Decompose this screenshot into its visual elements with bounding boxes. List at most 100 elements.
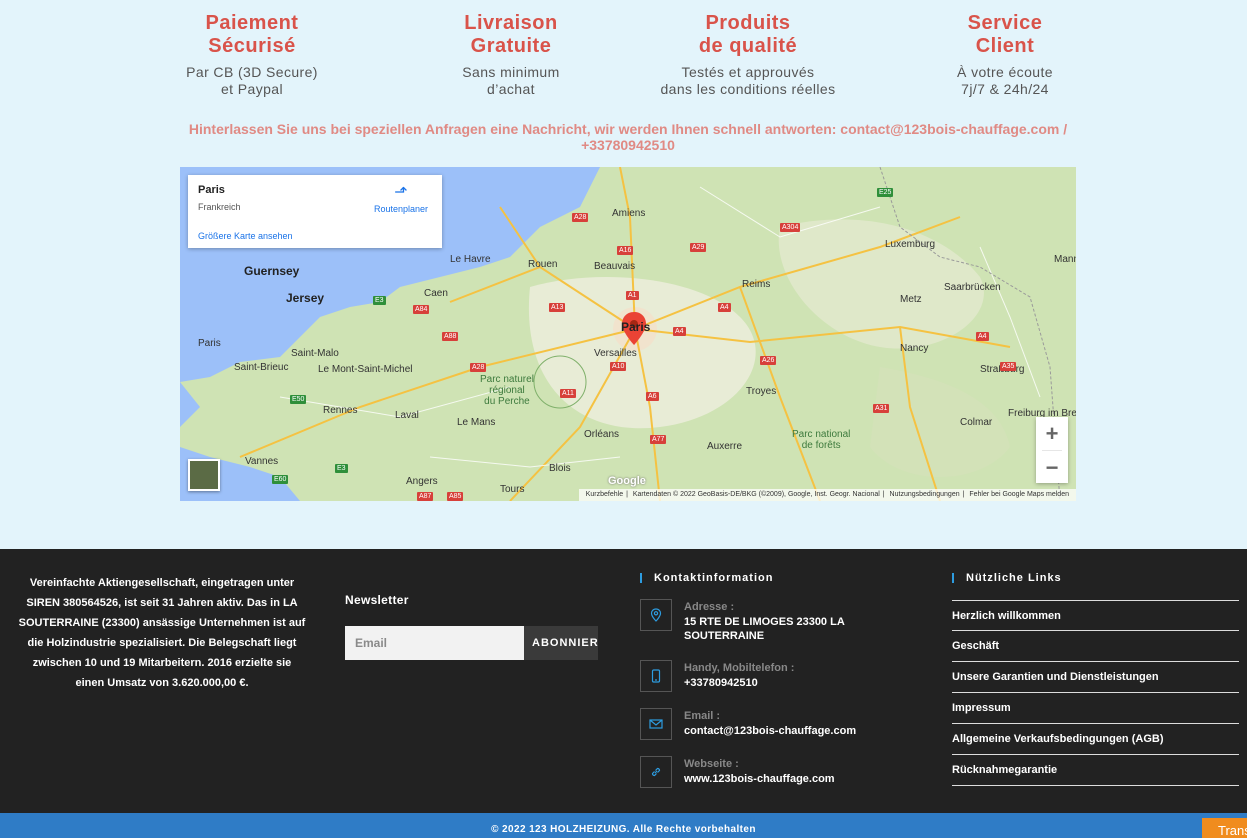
terms-link[interactable]: Nutzungsbedingungen — [890, 491, 960, 498]
contact-value[interactable]: contact@123bois-chauffage.com — [684, 724, 884, 738]
road-shield: A28 — [470, 363, 487, 372]
feature-title: Paiement Sécurisé — [205, 12, 299, 57]
road-shield: A11 — [560, 389, 576, 398]
zoom-out-button[interactable]: − — [1036, 451, 1068, 484]
subscribe-button[interactable]: ABONNIEREN — [524, 626, 598, 660]
feature-description: Par CB (3D Secure) et Paypal — [186, 64, 318, 97]
road-shield: E3 — [373, 296, 386, 305]
map-label-reims: Reims — [742, 279, 771, 290]
map-label-orleans: Orléans — [584, 429, 620, 440]
road-shield: A28 — [572, 213, 589, 222]
newsletter-email-input[interactable] — [345, 626, 524, 660]
map-place-card: Paris Frankreich Größere Karte ansehen ⬏… — [188, 175, 442, 248]
road-shield: A13 — [549, 303, 566, 312]
google-map[interactable]: Guernsey Jersey Amiens Rouen Le Havre Ca… — [180, 167, 1076, 501]
google-logo: Google — [608, 475, 646, 487]
map-label-troyes: Troyes — [746, 386, 777, 397]
footer: Vereinfachte Aktiengesellschaft, eingetr… — [0, 549, 1247, 813]
footer-link-guarantees[interactable]: Unsere Garantien und Dienstleistungen — [952, 662, 1239, 693]
map-label-colmar: Colmar — [960, 417, 993, 428]
feature-description: À votre écoute 7j/7 & 24h/24 — [957, 64, 1053, 97]
contact-label: Webseite : — [684, 758, 739, 770]
road-shield: A29 — [690, 243, 707, 252]
bigger-map-link[interactable]: Größere Karte ansehen — [198, 231, 293, 241]
contact-label: Adresse : — [684, 601, 735, 613]
road-shield: A84 — [413, 305, 430, 314]
road-shield: A26 — [760, 356, 777, 365]
keyboard-shortcuts-link[interactable]: Kurzbefehle — [586, 491, 623, 498]
map-label-nancy: Nancy — [900, 343, 929, 354]
footer-link-returns[interactable]: Rücknahmegarantie — [952, 755, 1239, 786]
map-label-luxemburg: Luxemburg — [885, 239, 936, 250]
directions-icon: ⬏ — [394, 184, 408, 201]
map-label-park-perche: Parc naturel régional du Perche — [480, 374, 534, 407]
feature-title: Produits de qualité — [698, 12, 798, 57]
route-planner-label: Routenplaner — [373, 204, 428, 214]
map-label-beauvais: Beauvais — [594, 261, 636, 272]
contact-value[interactable]: +33780942510 — [684, 676, 884, 690]
report-error-link[interactable]: Fehler bei Google Maps melden — [969, 491, 1069, 498]
feature-title: Livraison Gratuite — [464, 12, 558, 57]
footer-link-imprint[interactable]: Impressum — [952, 693, 1239, 724]
map-label-caen: Caen — [424, 288, 448, 299]
map-label-saarbruecken: Saarbrücken — [944, 282, 1001, 293]
road-shield: A6 — [646, 392, 659, 401]
road-shield: E3 — [335, 464, 348, 473]
map-label-park-forets: Parc national de forêts — [792, 429, 851, 451]
translate-button[interactable]: Translate — [1202, 818, 1247, 838]
zoom-in-button[interactable]: + — [1036, 417, 1068, 450]
contact-label: Email : — [684, 710, 721, 722]
map-label-mann: Mann — [1054, 254, 1076, 265]
map-label-amiens: Amiens — [612, 208, 646, 219]
route-planner-button[interactable]: ⬏ Routenplaner — [374, 184, 428, 214]
road-shield: A88 — [442, 332, 459, 341]
road-shield: A77 — [650, 435, 667, 444]
map-label-versailles: Versailles — [594, 348, 637, 359]
mobile-phone-icon — [640, 660, 672, 692]
contact-value[interactable]: www.123bois-chauffage.com — [684, 772, 884, 786]
road-shield: A304 — [780, 223, 801, 232]
road-shield: A16 — [617, 246, 634, 255]
road-shield: E25 — [877, 188, 894, 197]
road-shield: A4 — [673, 327, 686, 336]
map-data-credit: Kartendaten © 2022 GeoBasis-DE/BKG (©200… — [632, 491, 880, 498]
road-shield: A4 — [718, 303, 731, 312]
road-shield: E50 — [290, 395, 307, 404]
location-pin-icon — [640, 599, 672, 631]
road-shield: A87 — [417, 492, 434, 501]
contact-label: Handy, Mobiltelefon : — [684, 662, 795, 674]
map-label-le-havre: Le Havre — [450, 254, 491, 265]
map-zoom-controls: + − — [1036, 417, 1068, 483]
map-label-saint-brieuc: Saint-Brieuc — [234, 362, 289, 373]
map-label-metz: Metz — [900, 294, 922, 305]
link-icon — [640, 756, 672, 788]
map-label-laval: Laval — [395, 410, 419, 421]
map-label-rouen: Rouen — [528, 259, 558, 270]
road-shield: E60 — [272, 475, 289, 484]
envelope-icon — [640, 708, 672, 740]
feature-quality-products: Produits de qualité Testés et approuvés … — [638, 12, 858, 98]
footer-link-shop[interactable]: Geschäft — [952, 631, 1239, 662]
road-shield: A35 — [1000, 362, 1017, 371]
map-label-le-mont-saint-michel: Le Mont-Saint-Michel — [318, 364, 413, 375]
satellite-layer-toggle[interactable] — [188, 459, 220, 491]
features-section: Paiement Sécurisé Par CB (3D Secure) et … — [0, 12, 1247, 112]
footer-link-terms[interactable]: Allgemeine Verkaufsbedingungen (AGB) — [952, 724, 1239, 755]
road-shield: A85 — [447, 492, 464, 501]
copyright-bar: © 2022 123 HOLZHEIZUNG. Alle Rechte vorb… — [0, 813, 1247, 838]
contact-value: 15 RTE DE LIMOGES 23300 LA SOUTERRAINE — [684, 616, 845, 642]
map-label-auxerre: Auxerre — [707, 441, 743, 452]
map-label-angers: Angers — [406, 476, 438, 487]
feature-description: Testés et approuvés dans les conditions … — [660, 64, 836, 97]
feature-customer-service: Service Client À votre écoute 7j/7 & 24h… — [895, 12, 1115, 98]
footer-link-home[interactable]: Herzlich willkommen — [952, 600, 1239, 631]
feature-free-delivery: Livraison Gratuite Sans minimum d’achat — [401, 12, 621, 98]
road-shield: A4 — [976, 332, 989, 341]
map-label-guernsey: Guernsey — [244, 264, 300, 278]
map-attribution-bar: Kurzbefehle | Kartendaten © 2022 GeoBasis… — [578, 489, 1076, 501]
feature-secure-payment: Paiement Sécurisé Par CB (3D Secure) et … — [142, 12, 362, 98]
feature-title: Service Client — [967, 12, 1043, 57]
map-label-le-mans: Le Mans — [457, 417, 496, 428]
map-label-blois: Blois — [549, 463, 571, 474]
map-label-paris: Paris — [621, 320, 651, 334]
